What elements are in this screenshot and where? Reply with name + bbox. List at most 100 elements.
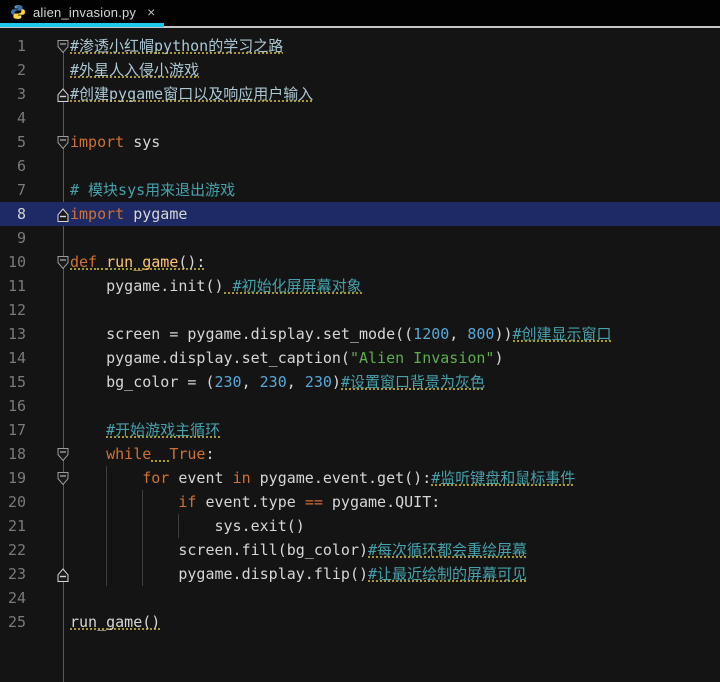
code-line[interactable]: 14 pygame.display.set_caption("Alien Inv… — [0, 346, 720, 370]
code-text: screen = pygame.display.set_mode((1200, … — [70, 322, 612, 346]
code-token: pygame.display.set_caption( — [70, 349, 350, 367]
code-line[interactable]: 12 — [0, 298, 720, 322]
code-token: True — [169, 445, 206, 463]
code-token: pygame.event.get(): — [250, 469, 432, 487]
code-line[interactable]: 7 # 模块sys用来退出游戏 — [0, 178, 720, 202]
code-line[interactable]: 11 pygame.init() #初始化屏屏幕对象 — [0, 274, 720, 298]
code-text: for event in pygame.event.get():#监听键盘和鼠标… — [70, 466, 576, 490]
code-token: 230 — [304, 373, 332, 391]
code-line[interactable]: 15 bg_color = (230, 230, 230)#设置窗口背景为灰色 — [0, 370, 720, 394]
code-text: import pygame — [70, 202, 187, 226]
code-text: # 模块sys用来退出游戏 — [70, 178, 235, 202]
line-number: 25 — [7, 613, 26, 631]
line-number: 10 — [7, 253, 26, 271]
code-line[interactable]: 1 #渗透小红帽python的学习之路 — [0, 34, 720, 58]
code-token: pygame.init() — [70, 277, 224, 295]
fold-expanded-icon[interactable] — [56, 254, 70, 270]
code-token: #让最近绘制的屏幕可见 — [368, 565, 528, 583]
code-token: #初始化屏屏幕对象 — [223, 277, 362, 295]
code-line[interactable]: 21 sys.exit() — [0, 514, 720, 538]
python-icon — [10, 4, 26, 20]
code-token: if — [178, 493, 197, 511]
code-line[interactable]: 24 — [0, 586, 720, 610]
code-line[interactable]: 25 run_game() — [0, 610, 720, 634]
code-line[interactable]: 3 #创建pygame窗口以及响应用户输入 — [0, 82, 720, 106]
code-token — [97, 253, 107, 271]
code-token: import — [70, 205, 125, 223]
code-token: #创建显示窗口 — [512, 325, 612, 343]
code-line[interactable]: 23 pygame.display.flip()#让最近绘制的屏幕可见 — [0, 562, 720, 586]
line-number: 18 — [7, 445, 26, 463]
code-token: #创建pygame窗口以及响应用户输入 — [70, 85, 314, 103]
code-line[interactable]: 19 for event in pygame.event.get():#监听键盘… — [0, 466, 720, 490]
code-text: import sys — [70, 130, 160, 154]
code-editor[interactable]: 1 #渗透小红帽python的学习之路 2 #外星人入侵小游戏 3 #创建pygame窗口… — [0, 28, 720, 682]
code-token: for — [142, 469, 170, 487]
code-token: #开始游戏主循环 — [106, 421, 221, 439]
code-token: bg_color = ( — [70, 373, 215, 391]
code-token: pygame.display.flip() — [70, 565, 369, 583]
code-line[interactable]: 4 — [0, 106, 720, 130]
tab-close-icon[interactable]: × — [147, 4, 155, 20]
code-text: sys.exit() — [70, 514, 305, 538]
line-number: 15 — [7, 373, 26, 391]
code-line[interactable]: 5 import sys — [0, 130, 720, 154]
code-line[interactable]: 17 #开始游戏主循环 — [0, 418, 720, 442]
code-text: pygame.display.flip()#让最近绘制的屏幕可见 — [70, 562, 528, 586]
code-token: "Alien Invasion" — [349, 349, 495, 367]
line-number: 19 — [7, 469, 26, 487]
fold-expanded-icon[interactable] — [56, 38, 70, 54]
fold-end-icon[interactable] — [56, 566, 70, 582]
code-token: : — [205, 445, 215, 463]
code-line[interactable]: 13 screen = pygame.display.set_mode((120… — [0, 322, 720, 346]
code-token: ) — [331, 373, 341, 391]
code-token: import — [70, 133, 125, 151]
code-token: def — [70, 253, 98, 271]
fold-expanded-icon[interactable] — [56, 134, 70, 150]
code-token: #外星人入侵小游戏 — [70, 61, 200, 79]
code-token: 1200 — [413, 325, 450, 343]
line-number: 5 — [16, 133, 26, 151]
fold-expanded-icon[interactable] — [56, 470, 70, 486]
code-line[interactable]: 22 screen.fill(bg_color)#每次循环都会重绘屏幕 — [0, 538, 720, 562]
code-token: sys — [124, 133, 161, 151]
fold-end-icon[interactable] — [56, 86, 70, 102]
line-number: 4 — [16, 109, 26, 127]
code-token: sys.exit() — [70, 517, 305, 535]
code-token: == — [304, 493, 323, 511]
line-number: 2 — [16, 61, 26, 79]
code-line[interactable]: 2 #外星人入侵小游戏 — [0, 58, 720, 82]
code-token: )) — [494, 325, 513, 343]
line-number: 12 — [7, 301, 26, 319]
code-token: # 模块sys用来退出游戏 — [70, 181, 236, 199]
line-number: 7 — [16, 181, 26, 199]
code-token: event — [169, 469, 233, 487]
code-line[interactable]: 9 — [0, 226, 720, 250]
code-line[interactable]: 20 if event.type == pygame.QUIT: — [0, 490, 720, 514]
code-token: run_game() — [70, 613, 161, 631]
fold-expanded-icon[interactable] — [56, 446, 70, 462]
code-token: screen.fill(bg_color) — [70, 541, 369, 559]
code-token: in — [232, 469, 251, 487]
code-token: , — [449, 325, 468, 343]
code-line[interactable]: 10 def run_game(): — [0, 250, 720, 274]
code-token: 800 — [467, 325, 495, 343]
line-number: 11 — [7, 277, 26, 295]
code-text: if event.type == pygame.QUIT: — [70, 490, 440, 514]
line-number: 14 — [7, 349, 26, 367]
code-text: screen.fill(bg_color)#每次循环都会重绘屏幕 — [70, 538, 528, 562]
code-token: , — [286, 373, 305, 391]
code-line-current[interactable]: 8 import pygame — [0, 202, 720, 226]
code-line[interactable]: 6 — [0, 154, 720, 178]
fold-end-icon[interactable] — [56, 206, 70, 222]
code-line[interactable]: 16 — [0, 394, 720, 418]
code-line[interactable]: 18 while True: — [0, 442, 720, 466]
tab-alien-invasion[interactable]: alien_invasion.py × — [0, 0, 164, 24]
line-number: 3 — [16, 85, 26, 103]
line-number: 21 — [7, 517, 26, 535]
code-text: #外星人入侵小游戏 — [70, 58, 200, 82]
code-token: ) — [494, 349, 504, 367]
